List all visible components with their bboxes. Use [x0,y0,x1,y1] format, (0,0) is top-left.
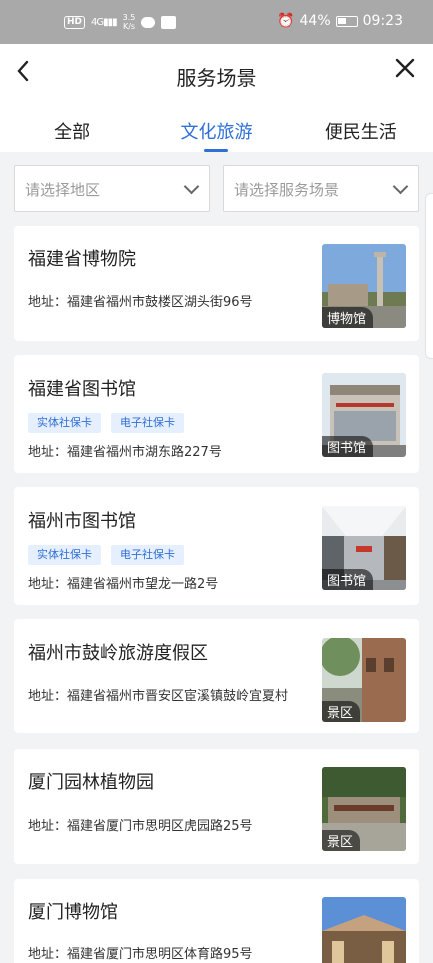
nav-bar: 服务场景 [0,44,433,104]
card-tags: 实体社保卡 电子社保卡 [28,545,184,565]
place-name: 福建省博物院 [28,249,136,270]
network-speed-value: 3.5 [122,13,136,22]
place-thumbnail: 景区 [322,767,406,851]
status-bar: HD 4G▮▮▮ 3.5 K/s ⏰ 44% 09:23 [0,0,433,44]
tag-physical-card: 实体社保卡 [28,545,101,565]
category-badge: 景区 [322,701,361,722]
category-tabs: 全部 文化旅游 便民生活 [0,104,433,152]
place-thumbnail [322,897,406,963]
close-icon [395,58,415,78]
place-thumbnail: 图书馆 [322,373,406,457]
place-thumbnail: 博物馆 [322,244,406,328]
image-icon [161,15,177,29]
place-thumbnail: 景区 [322,638,406,722]
place-address: 地址：福建省厦门市思明区虎园路25号 [28,819,253,834]
network-type: 4G [91,16,104,28]
place-card[interactable]: 福州市图书馆 实体社保卡 电子社保卡 地址：福建省福州市望龙一路2号 图书馆 [14,487,419,605]
place-address: 地址：福建省福州市鼓楼区湖头街96号 [28,295,253,310]
category-badge: 图书馆 [322,436,374,457]
network-speed: 3.5 K/s [123,13,136,31]
chevron-down-icon [392,178,409,195]
place-thumbnail: 图书馆 [322,506,406,590]
close-button[interactable] [393,56,417,86]
place-address: 地址：福建省福州市望龙一路2号 [28,577,219,592]
tag-electronic-card: 电子社保卡 [111,545,184,565]
region-select[interactable]: 请选择地区 [14,165,210,212]
status-right-group: ⏰ 44% 09:23 [277,13,403,29]
signal-icon: 4G▮▮▮ [91,16,118,28]
alarm-icon: ⏰ [277,13,295,29]
scene-select[interactable]: 请选择服务场景 [223,165,419,212]
scene-select-placeholder: 请选择服务场景 [234,181,340,199]
place-name: 福建省图书馆 [28,379,136,400]
category-badge: 景区 [322,830,361,851]
side-drawer-handle[interactable] [425,193,433,359]
filter-bar: 请选择地区 请选择服务场景 [14,165,419,212]
place-name: 厦门园林植物园 [28,772,154,793]
place-address: 地址：福建省福州市晋安区宦溪镇鼓岭宜夏村 [28,689,289,704]
category-badge: 博物馆 [322,307,374,328]
tag-electronic-card: 电子社保卡 [111,413,184,433]
page-title: 服务场景 [176,66,257,90]
tag-physical-card: 实体社保卡 [28,413,101,433]
place-address: 地址：福建省厦门市思明区体育路95号 [28,947,253,962]
chevron-down-icon [183,178,200,195]
place-name: 福州市鼓岭旅游度假区 [28,643,208,664]
battery-percent: 44% [299,13,331,29]
battery-icon [335,15,358,27]
place-card[interactable]: 福建省图书馆 实体社保卡 电子社保卡 地址：福建省福州市湖东路227号 图书馆 [14,355,419,473]
tab-culture-tourism[interactable]: 文化旅游 [144,104,288,152]
place-card[interactable]: 福建省博物院 地址：福建省福州市鼓楼区湖头街96号 博物馆 [14,226,419,341]
museum-image [322,897,406,963]
hd-badge: HD [64,15,86,29]
place-name: 厦门博物馆 [28,902,118,923]
place-card[interactable]: 厦门博物馆 地址：福建省厦门市思明区体育路95号 [14,879,419,963]
place-card[interactable]: 福州市鼓岭旅游度假区 地址：福建省福州市晋安区宦溪镇鼓岭宜夏村 景区 [14,619,419,733]
place-card[interactable]: 厦门园林植物园 地址：福建省厦门市思明区虎园路25号 景区 [14,749,419,864]
place-name: 福州市图书馆 [28,511,136,532]
message-icon [141,16,156,28]
status-left-group: HD 4G▮▮▮ 3.5 K/s [64,13,177,31]
region-select-placeholder: 请选择地区 [25,181,101,199]
tab-all[interactable]: 全部 [0,104,144,152]
place-address: 地址：福建省福州市湖东路227号 [28,445,222,460]
clock: 09:23 [362,13,403,29]
category-badge: 图书馆 [322,569,374,590]
network-speed-unit: K/s [122,22,136,31]
tab-convenience-life[interactable]: 便民生活 [289,104,433,152]
card-tags: 实体社保卡 电子社保卡 [28,413,184,433]
